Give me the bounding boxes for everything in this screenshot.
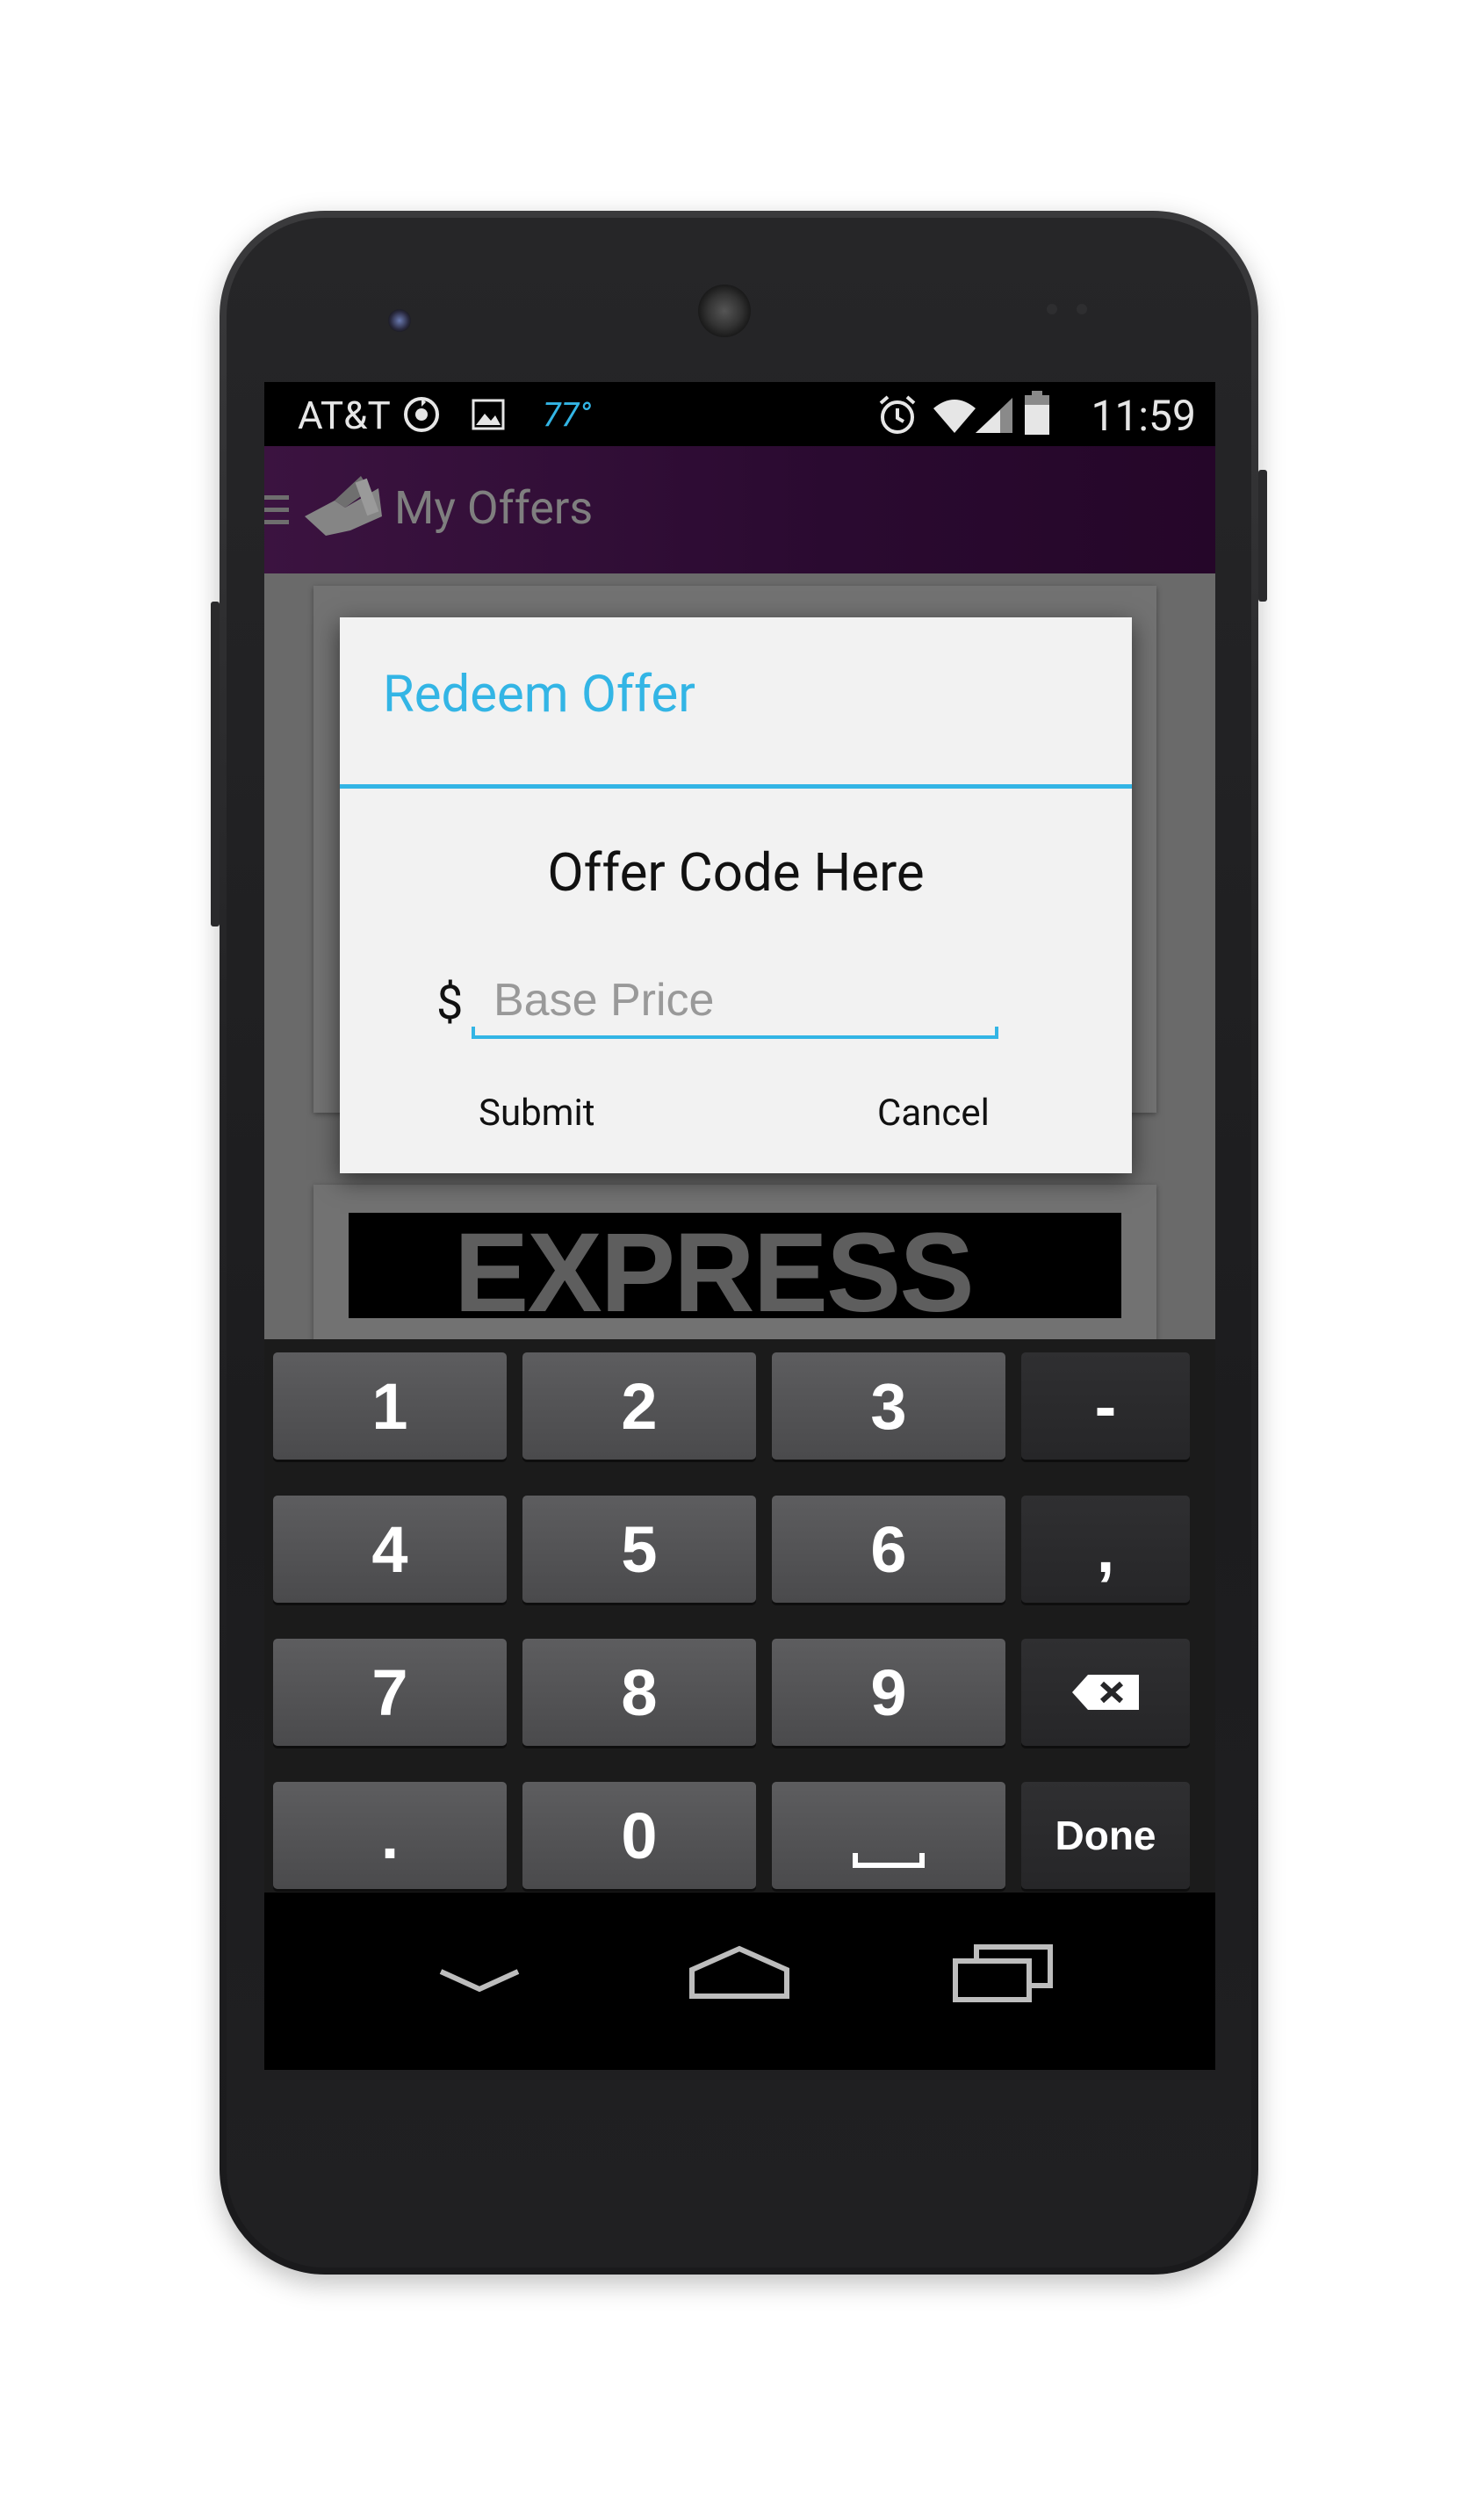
backspace-key[interactable] (1021, 1639, 1190, 1746)
express-logo: EXPRESS (349, 1213, 1121, 1318)
dialog-title: Redeem Offer (383, 665, 695, 725)
key-5[interactable]: 5 (522, 1496, 756, 1603)
alarm-icon (875, 393, 919, 440)
backspace-icon (1072, 1675, 1139, 1710)
offer-code-text: Offer Code Here (547, 841, 925, 904)
action-bar: My Offers (264, 446, 1215, 573)
volume-button (211, 602, 220, 926)
key-3[interactable]: 3 (772, 1352, 1005, 1460)
picture-notification-icon (471, 398, 506, 435)
home-icon[interactable] (687, 1942, 792, 2007)
key-7[interactable]: 7 (273, 1639, 507, 1746)
clock: 11:59 (1091, 391, 1196, 441)
action-bar-title: My Offers (394, 481, 594, 535)
navigation-bar (264, 1893, 1215, 2070)
wifi-icon (932, 396, 977, 438)
base-price-input[interactable] (472, 967, 1020, 1033)
space-icon (853, 1853, 925, 1868)
earpiece-speaker (698, 285, 751, 337)
status-bar: AT&T 77° 11:59 (264, 382, 1215, 446)
sync-icon (401, 394, 442, 438)
dialog-title-divider (340, 784, 1132, 789)
cancel-button[interactable]: Cancel (877, 1092, 990, 1135)
recent-apps-icon[interactable] (950, 1942, 1055, 2007)
battery-icon (1025, 391, 1049, 438)
done-key[interactable]: Done (1021, 1782, 1190, 1889)
submit-button[interactable]: Submit (479, 1092, 594, 1135)
currency-symbol: $ (436, 976, 464, 1031)
brand-text: EXPRESS (454, 1213, 975, 1319)
drawer-indicator-icon[interactable] (264, 495, 289, 532)
cell-signal-icon (974, 396, 1014, 438)
front-camera-icon (388, 309, 411, 332)
key-minus[interactable]: - (1021, 1352, 1190, 1460)
carrier-label: AT&T (298, 393, 391, 438)
key-9[interactable]: 9 (772, 1639, 1005, 1746)
light-sensor (1077, 304, 1087, 314)
space-key[interactable] (772, 1782, 1005, 1889)
key-8[interactable]: 8 (522, 1639, 756, 1746)
app-logo-icon[interactable] (299, 472, 384, 546)
key-2[interactable]: 2 (522, 1352, 756, 1460)
proximity-sensor (1047, 304, 1057, 314)
key-4[interactable]: 4 (273, 1496, 507, 1603)
key-1[interactable]: 1 (273, 1352, 507, 1460)
numeric-keyboard: 1 2 3 - 4 5 6 , 7 8 9 . 0 Done (264, 1339, 1215, 1893)
key-period[interactable]: . (273, 1782, 507, 1889)
key-comma[interactable]: , (1021, 1496, 1190, 1603)
key-0[interactable]: 0 (522, 1782, 756, 1889)
input-underline (472, 1027, 998, 1039)
temperature-label: 77° (543, 396, 592, 435)
power-button (1258, 470, 1267, 602)
key-6[interactable]: 6 (772, 1496, 1005, 1603)
hide-keyboard-icon[interactable] (436, 1965, 523, 2003)
redeem-offer-dialog: Redeem Offer Offer Code Here $ Submit Ca… (340, 617, 1132, 1173)
phone-screen: AT&T 77° 11:59 My Offers EXPRESS Redeem … (264, 382, 1215, 2070)
